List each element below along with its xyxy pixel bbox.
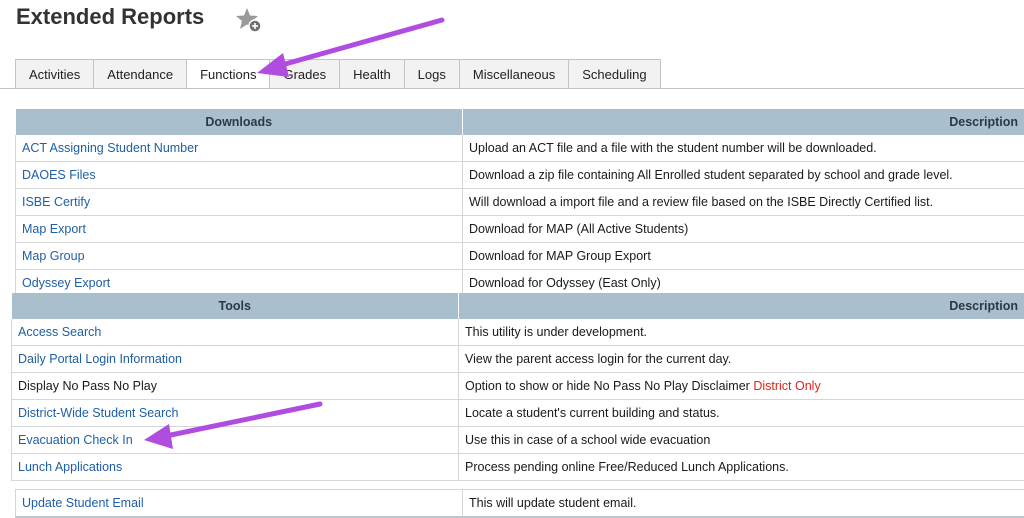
table-row: ACT Assigning Student Number Upload an A…: [16, 135, 1024, 162]
tab-miscellaneous[interactable]: Miscellaneous: [459, 59, 568, 89]
map-export-link[interactable]: Map Export: [22, 222, 86, 236]
tab-activities[interactable]: Activities: [15, 59, 93, 89]
table-row: Access Search This utility is under deve…: [12, 319, 1024, 346]
isbe-certify-link[interactable]: ISBE Certify: [22, 195, 90, 209]
tab-divider: [0, 88, 1024, 89]
table-row: Update Student Email This will update st…: [16, 490, 1024, 518]
tools-header: Tools: [12, 293, 459, 319]
district-wide-student-search-link[interactable]: District-Wide Student Search: [18, 406, 178, 420]
row-description: This will update student email.: [463, 490, 1024, 518]
row-description: This utility is under development.: [459, 319, 1024, 346]
description-header: Description: [459, 293, 1024, 319]
downloads-header-row: Downloads Description: [16, 109, 1024, 135]
downloads-table: Downloads Description ACT Assigning Stud…: [15, 109, 1024, 297]
row-description: Download a zip file containing All Enrol…: [463, 162, 1024, 189]
row-description: Process pending online Free/Reduced Lunc…: [459, 454, 1024, 481]
row-description: Download for MAP (All Active Students): [463, 216, 1024, 243]
row-description: Option to show or hide No Pass No Play D…: [465, 379, 750, 393]
tab-scheduling[interactable]: Scheduling: [568, 59, 660, 89]
row-description: Use this in case of a school wide evacua…: [459, 427, 1024, 454]
display-no-pass-no-play-label: Display No Pass No Play: [12, 373, 459, 400]
table-row: Map Group Download for MAP Group Export: [16, 243, 1024, 270]
daoes-files-link[interactable]: DAOES Files: [22, 168, 96, 182]
row-description: Download for MAP Group Export: [463, 243, 1024, 270]
tab-logs[interactable]: Logs: [404, 59, 459, 89]
row-description: Will download a import file and a review…: [463, 189, 1024, 216]
add-favorite-star-icon[interactable]: [235, 6, 263, 34]
tools-table: Tools Description Access Search This uti…: [11, 293, 1024, 481]
tab-functions[interactable]: Functions: [186, 59, 269, 90]
report-tabs: Activities Attendance Functions Grades H…: [15, 59, 661, 89]
row-description: Upload an ACT file and a file with the s…: [463, 135, 1024, 162]
page-title: Extended Reports: [16, 4, 204, 30]
evacuation-check-in-link[interactable]: Evacuation Check In: [18, 433, 133, 447]
table-row: Display No Pass No Play Option to show o…: [12, 373, 1024, 400]
table-row: Lunch Applications Process pending onlin…: [12, 454, 1024, 481]
table-row: District-Wide Student Search Locate a st…: [12, 400, 1024, 427]
tab-health[interactable]: Health: [339, 59, 404, 89]
tools-header-row: Tools Description: [12, 293, 1024, 319]
table-row: Map Export Download for MAP (All Active …: [16, 216, 1024, 243]
daily-portal-login-information-link[interactable]: Daily Portal Login Information: [18, 352, 182, 366]
row-description: View the parent access login for the cur…: [459, 346, 1024, 373]
district-only-note: District Only: [753, 379, 820, 393]
downloads-header: Downloads: [16, 109, 463, 135]
act-assigning-student-number-link[interactable]: ACT Assigning Student Number: [22, 141, 198, 155]
access-search-link[interactable]: Access Search: [18, 325, 101, 339]
table-row: Daily Portal Login Information View the …: [12, 346, 1024, 373]
map-group-link[interactable]: Map Group: [22, 249, 85, 263]
extra-table: Update Student Email This will update st…: [15, 489, 1024, 518]
table-row: DAOES Files Download a zip file containi…: [16, 162, 1024, 189]
table-row: ISBE Certify Will download a import file…: [16, 189, 1024, 216]
update-student-email-link[interactable]: Update Student Email: [22, 496, 144, 510]
tab-grades[interactable]: Grades: [269, 59, 339, 89]
description-header: Description: [463, 109, 1024, 135]
table-row: Evacuation Check In Use this in case of …: [12, 427, 1024, 454]
row-description: Locate a student's current building and …: [459, 400, 1024, 427]
odyssey-export-link[interactable]: Odyssey Export: [22, 276, 110, 290]
lunch-applications-link[interactable]: Lunch Applications: [18, 460, 122, 474]
tab-attendance[interactable]: Attendance: [93, 59, 186, 89]
